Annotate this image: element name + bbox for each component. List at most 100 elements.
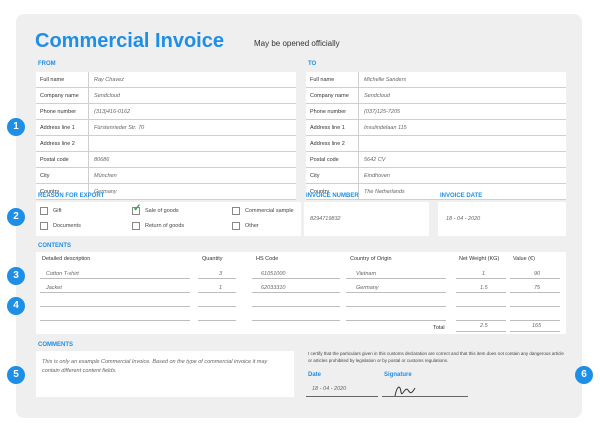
from-field-value[interactable]: München	[94, 173, 117, 179]
step-badge-5: 5	[7, 366, 25, 384]
row2-quantity[interactable]: 1	[219, 285, 222, 291]
to-row-4: Address line 2	[306, 136, 566, 152]
invoice-sheet: Commercial Invoice May be opened officia…	[16, 14, 582, 418]
row2-hs-code[interactable]: 62033310	[261, 285, 285, 291]
to-field-value[interactable]: The Netherlands	[364, 189, 405, 195]
from-row-5: Postal code 80686	[36, 152, 296, 168]
row2-weight[interactable]: 1.5	[480, 285, 488, 291]
date-label: Date	[308, 372, 322, 378]
to-field-value[interactable]: 5642 CV	[364, 157, 385, 163]
row1-hs-code[interactable]: 61051000	[261, 271, 285, 277]
from-row-6: City München	[36, 168, 296, 184]
invoice-date-value[interactable]: 18 - 04 - 2020	[446, 216, 480, 222]
to-field-label: Full name	[310, 77, 335, 83]
checkmark-icon: ✓	[133, 203, 142, 214]
return-of-goods-checkbox[interactable]	[132, 222, 140, 230]
row2-value[interactable]: 75	[534, 285, 540, 291]
col-hs-code-header: HS Code	[256, 256, 279, 262]
sale-of-goods-label: Sale of goods	[145, 208, 179, 214]
from-panel: Full name Ray Chavez Company name Sendcloud…	[36, 72, 296, 200]
from-row-0: Full name Ray Chavez	[36, 72, 296, 88]
row2-origin[interactable]: Germany	[356, 285, 379, 291]
to-row-1: Company name Sendcloud	[306, 88, 566, 104]
sale-of-goods-checkbox[interactable]: ✓	[132, 203, 142, 215]
from-row-4: Address line 2	[36, 136, 296, 152]
documents-checkbox[interactable]	[40, 222, 48, 230]
col-quantity-header: Quantity	[202, 256, 223, 262]
page-title: Commercial Invoice	[35, 30, 224, 52]
to-field-value[interactable]: Michelle Sanders	[364, 77, 406, 83]
to-row-0: Full name Michelle Sanders	[306, 72, 566, 88]
to-field-label: Company name	[310, 93, 349, 99]
col-weight-header: Net Weight (KG)	[459, 256, 500, 262]
from-field-label: Postal code	[40, 157, 69, 163]
signature-label: Signature	[384, 372, 412, 378]
declaration-date-value[interactable]: 18 - 04 - 2020	[312, 386, 346, 392]
invoice-number-value[interactable]: 8294719832	[310, 216, 341, 222]
contents-section-label: CONTENTS	[38, 243, 71, 249]
col-value-header: Value (€)	[513, 256, 535, 262]
from-field-label: Address line 2	[40, 141, 75, 147]
from-field-label: Phone number	[40, 109, 77, 115]
signature-mark	[394, 386, 416, 397]
declaration-text: I certify that the particulars given in …	[308, 351, 564, 363]
total-weight: 2.5	[480, 323, 488, 329]
to-field-value[interactable]: (037)125-7205	[364, 109, 400, 115]
from-field-value[interactable]: Ray Chavez	[94, 77, 124, 83]
step-badge-6: 6	[575, 366, 593, 384]
to-panel: Full name Michelle Sanders Company name Sen…	[306, 72, 566, 200]
other-label: Other	[245, 223, 259, 229]
export-panel: Gift Documents ✓ Sale of goods Return of…	[36, 202, 301, 236]
step-badge-3: 3	[7, 267, 25, 285]
row1-origin[interactable]: Vietnam	[356, 271, 376, 277]
row1-description[interactable]: Cotton T-shirt	[46, 271, 79, 277]
other-checkbox[interactable]	[232, 222, 240, 230]
from-field-label: Company name	[40, 93, 79, 99]
to-field-label: Address line 1	[310, 125, 345, 131]
gift-label: Gift	[53, 208, 62, 214]
from-field-value[interactable]: Fürstenrieder Str. 70	[94, 125, 144, 131]
row1-quantity[interactable]: 3	[219, 271, 222, 277]
invoice-number-panel: 8294719832	[304, 202, 429, 236]
commercial-sample-checkbox[interactable]	[232, 207, 240, 215]
to-field-value[interactable]: Insulindelaan 115	[364, 125, 407, 131]
to-field-value[interactable]: Sendcloud	[364, 93, 390, 99]
from-field-label: Full name	[40, 77, 65, 83]
to-row-5: Postal code 5642 CV	[306, 152, 566, 168]
comments-section-label: COMMENTS	[38, 342, 73, 348]
invoice-date-label: INVOICE DATE	[440, 193, 483, 199]
to-row-3: Address line 1 Insulindelaan 115	[306, 120, 566, 136]
invoice-number-label: INVOICE NUMBER	[306, 193, 359, 199]
from-field-value[interactable]: 80686	[94, 157, 109, 163]
row2-description[interactable]: Jacket	[46, 285, 62, 291]
from-row-3: Address line 1 Fürstenrieder Str. 70	[36, 120, 296, 136]
from-field-value[interactable]: Sendcloud	[94, 93, 120, 99]
total-value: 165	[532, 323, 542, 329]
to-field-label: Postal code	[310, 157, 339, 163]
col-description-header: Detailed description	[42, 256, 91, 262]
commercial-sample-label: Commercial sample	[245, 208, 294, 214]
step-badge-4: 4	[7, 297, 25, 315]
from-field-label: Address line 1	[40, 125, 75, 131]
contents-table: Detailed description Quantity HS Code Co…	[36, 252, 566, 334]
to-row-2: Phone number (037)125-7205	[306, 104, 566, 120]
total-label: Total	[433, 325, 445, 331]
to-row-6: City Eindhoven	[306, 168, 566, 184]
to-field-label: Phone number	[310, 109, 347, 115]
to-field-label: Address line 2	[310, 141, 345, 147]
return-of-goods-label: Return of goods	[145, 223, 185, 229]
comments-box[interactable]: This is only an example Commercial Invoi…	[36, 351, 294, 397]
from-row-1: Company name Sendcloud	[36, 88, 296, 104]
invoice-date-panel: 18 - 04 - 2020	[438, 202, 566, 236]
comments-text: This is only an example Commercial Invoi…	[42, 359, 268, 374]
to-field-value[interactable]: Eindhoven	[364, 173, 390, 179]
from-field-label: City	[40, 173, 50, 179]
page-subtitle: May be opened officially	[254, 39, 340, 48]
from-row-2: Phone number (313)416-0162	[36, 104, 296, 120]
gift-checkbox[interactable]	[40, 207, 48, 215]
step-badge-2: 2	[7, 208, 25, 226]
from-field-value[interactable]: (313)416-0162	[94, 109, 130, 115]
row1-value[interactable]: 90	[534, 271, 540, 277]
row1-weight[interactable]: 1	[482, 271, 485, 277]
col-origin-header: Country of Origin	[350, 256, 392, 262]
